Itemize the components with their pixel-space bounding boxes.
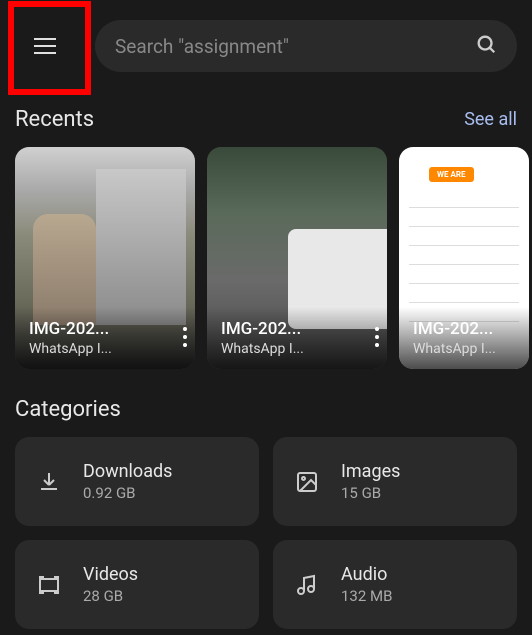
card-subtitle: WhatsApp I...	[221, 341, 373, 357]
recent-item[interactable]: WE ARE IMG-202... WhatsApp I...	[399, 147, 529, 369]
recents-title: Recents	[15, 107, 94, 132]
recent-item[interactable]: IMG-202... WhatsApp I...	[15, 147, 195, 369]
card-title: IMG-202...	[29, 319, 181, 339]
category-label: Videos	[83, 564, 138, 585]
recents-header: Recents See all	[0, 92, 532, 147]
download-icon	[35, 470, 63, 494]
search-icon[interactable]	[475, 33, 497, 59]
search-bar[interactable]	[95, 20, 517, 72]
video-icon	[35, 573, 63, 597]
recents-row: IMG-202... WhatsApp I... IMG-202... What…	[0, 147, 532, 369]
see-all-link[interactable]: See all	[464, 109, 517, 130]
category-size: 0.92 GB	[83, 484, 172, 502]
category-size: 15 GB	[341, 484, 400, 502]
category-label: Downloads	[83, 461, 172, 482]
category-images[interactable]: Images 15 GB	[273, 437, 517, 526]
card-overlay: IMG-202... WhatsApp I...	[207, 307, 387, 369]
categories-header: Categories	[0, 369, 532, 437]
recent-item[interactable]: IMG-202... WhatsApp I...	[207, 147, 387, 369]
card-title: IMG-202...	[221, 319, 373, 339]
category-audio[interactable]: Audio 132 MB	[273, 540, 517, 629]
card-menu-icon[interactable]	[375, 327, 379, 347]
card-overlay: IMG-202... WhatsApp I...	[399, 307, 529, 369]
hiring-badge: WE ARE	[429, 167, 474, 182]
image-icon	[293, 470, 321, 494]
card-title: IMG-202...	[413, 319, 515, 339]
card-menu-icon[interactable]	[183, 327, 187, 347]
category-label: Images	[341, 461, 400, 482]
card-overlay: IMG-202... WhatsApp I...	[15, 307, 195, 369]
category-size: 132 MB	[341, 587, 392, 605]
search-input[interactable]	[115, 35, 475, 58]
hamburger-icon	[34, 38, 56, 54]
menu-button[interactable]	[25, 26, 65, 66]
category-downloads[interactable]: Downloads 0.92 GB	[15, 437, 259, 526]
categories-title: Categories	[15, 397, 121, 422]
category-videos[interactable]: Videos 28 GB	[15, 540, 259, 629]
category-size: 28 GB	[83, 587, 138, 605]
card-subtitle: WhatsApp I...	[413, 341, 515, 357]
categories-grid: Downloads 0.92 GB Images 15 GB Videos 28…	[0, 437, 532, 629]
card-subtitle: WhatsApp I...	[29, 341, 181, 357]
header	[0, 0, 532, 92]
audio-icon	[293, 573, 321, 597]
category-label: Audio	[341, 564, 392, 585]
